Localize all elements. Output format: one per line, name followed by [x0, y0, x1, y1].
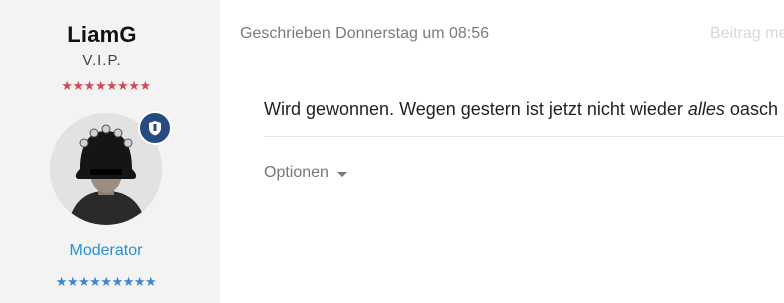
post-permalink[interactable]: Beitrag me	[710, 25, 784, 43]
rank-stars: ★★★★★★★★	[61, 78, 151, 93]
author-rank: V.I.P.	[82, 52, 122, 69]
role-stars: ★★★★★★★★★	[55, 274, 157, 289]
message-text-end: oasch	[724, 99, 778, 119]
message-text: Wird gewonnen. Wegen gestern ist jetzt n…	[264, 99, 688, 119]
options-button[interactable]: Optionen	[264, 164, 347, 182]
message-emphasis: alles	[687, 99, 725, 119]
author-sidebar: LiamG V.I.P. ★★★★★★★★ Moderator ★★★★★★★★…	[0, 0, 220, 303]
chevron-down-icon	[336, 171, 347, 177]
options-label: Optionen	[264, 164, 329, 181]
post-message: Wird gewonnen. Wegen gestern ist jetzt n…	[264, 99, 778, 120]
author-role: Moderator	[69, 242, 143, 259]
shield-icon	[138, 111, 172, 145]
post-timestamp: Geschrieben Donnerstag um 08:56	[240, 25, 490, 42]
avatar-container[interactable]	[50, 111, 172, 225]
author-name[interactable]: LiamG	[0, 22, 204, 48]
divider	[264, 136, 784, 137]
